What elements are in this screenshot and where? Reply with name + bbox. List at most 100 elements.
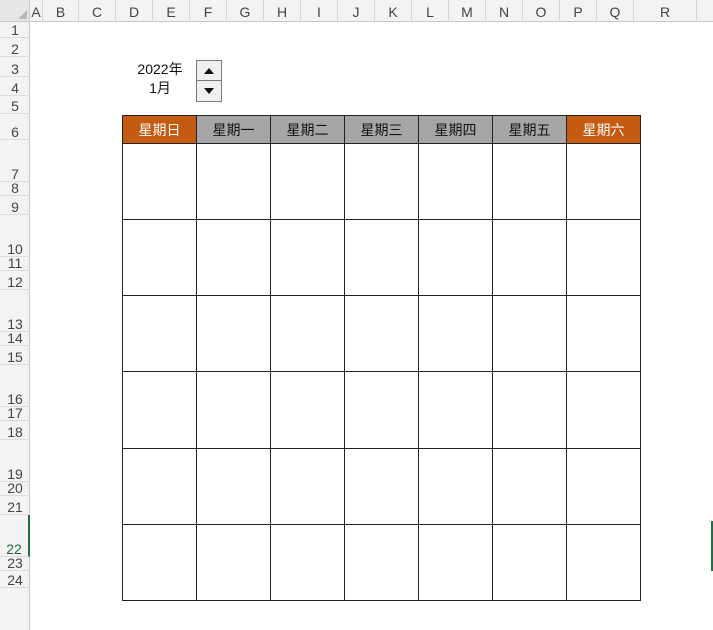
spin-up-button[interactable] xyxy=(197,61,221,81)
row-header-3[interactable]: 3 xyxy=(0,57,30,77)
column-header-a[interactable]: A xyxy=(30,0,43,22)
calendar-day-cell[interactable] xyxy=(492,523,567,601)
row-header-17[interactable]: 17 xyxy=(0,406,30,421)
calendar-day-cell[interactable] xyxy=(196,295,271,373)
spin-down-button[interactable] xyxy=(197,81,221,101)
select-all-corner[interactable] xyxy=(0,0,30,22)
calendar-day-cell[interactable] xyxy=(122,295,197,373)
calendar-day-cell[interactable] xyxy=(566,447,641,525)
column-header-m[interactable]: M xyxy=(449,0,486,22)
row-header-15[interactable]: 15 xyxy=(0,346,30,365)
calendar-day-cell[interactable] xyxy=(344,295,419,373)
calendar-day-cell[interactable] xyxy=(344,371,419,449)
calendar-day-cell[interactable] xyxy=(270,295,345,373)
calendar-day-cell[interactable] xyxy=(122,447,197,525)
row-header-1[interactable]: 1 xyxy=(0,22,30,38)
column-header-o[interactable]: O xyxy=(523,0,560,22)
column-header-k[interactable]: K xyxy=(375,0,412,22)
row-header-22[interactable]: 22 xyxy=(0,515,30,557)
calendar-day-cell[interactable] xyxy=(492,371,567,449)
weekday-header-3: 星期三 xyxy=(344,115,419,144)
calendar-day-cell[interactable] xyxy=(270,523,345,601)
row-header-19[interactable]: 19 xyxy=(0,440,30,482)
row-header-9[interactable]: 9 xyxy=(0,196,30,215)
calendar-day-cell[interactable] xyxy=(566,523,641,601)
calendar-day-cell[interactable] xyxy=(122,142,197,221)
column-header-b[interactable]: B xyxy=(43,0,79,22)
row-header-20[interactable]: 20 xyxy=(0,481,30,496)
calendar-day-cell[interactable] xyxy=(270,219,345,297)
column-header-f[interactable]: F xyxy=(190,0,227,22)
calendar-day-cell[interactable] xyxy=(418,219,493,297)
calendar-day-cell[interactable] xyxy=(492,447,567,525)
column-header-d[interactable]: D xyxy=(116,0,153,22)
calendar-day-cell[interactable] xyxy=(196,371,271,449)
column-header-l[interactable]: L xyxy=(412,0,449,22)
row-header-4[interactable]: 4 xyxy=(0,77,30,96)
calendar-day-cell[interactable] xyxy=(492,219,567,297)
calendar-week-row xyxy=(122,447,641,525)
row-header-2[interactable]: 2 xyxy=(0,38,30,57)
triangle-down-icon xyxy=(204,88,214,94)
calendar-day-cell[interactable] xyxy=(418,523,493,601)
calendar-day-cell[interactable] xyxy=(566,219,641,297)
calendar-day-cell[interactable] xyxy=(196,447,271,525)
row-header-13[interactable]: 13 xyxy=(0,290,30,332)
row-header-16[interactable]: 16 xyxy=(0,365,30,407)
calendar-grid: 星期日 星期一 星期二 星期三 星期四 星期五 星期六 xyxy=(122,115,641,601)
row-header-14[interactable]: 14 xyxy=(0,331,30,346)
calendar-day-cell[interactable] xyxy=(492,142,567,221)
calendar-day-cell[interactable] xyxy=(418,371,493,449)
row-header-10[interactable]: 10 xyxy=(0,215,30,257)
row-header-11[interactable]: 11 xyxy=(0,256,30,271)
row-header-8[interactable]: 8 xyxy=(0,181,30,196)
calendar-week-row xyxy=(122,142,641,221)
calendar-day-cell[interactable] xyxy=(566,142,641,221)
row-header-5[interactable]: 5 xyxy=(0,96,30,114)
row-header-12[interactable]: 12 xyxy=(0,271,30,290)
calendar-day-cell[interactable] xyxy=(122,219,197,297)
column-header-e[interactable]: E xyxy=(153,0,190,22)
calendar-week-row xyxy=(122,523,641,601)
row-header-23[interactable]: 23 xyxy=(0,556,30,571)
calendar-day-cell[interactable] xyxy=(122,523,197,601)
calendar-day-cell[interactable] xyxy=(196,142,271,221)
calendar-week-row xyxy=(122,371,641,449)
column-header-c[interactable]: C xyxy=(79,0,116,22)
column-header-n[interactable]: N xyxy=(486,0,523,22)
weekday-header-1: 星期一 xyxy=(196,115,271,144)
column-header-j[interactable]: J xyxy=(338,0,375,22)
row-header-24[interactable]: 24 xyxy=(0,571,30,588)
calendar-day-cell[interactable] xyxy=(418,447,493,525)
calendar-day-cell[interactable] xyxy=(344,142,419,221)
date-display: 2022年 1月 xyxy=(130,60,190,98)
month-spinner[interactable] xyxy=(196,60,222,102)
column-header-r[interactable]: R xyxy=(634,0,697,22)
calendar-day-cell[interactable] xyxy=(270,371,345,449)
calendar-day-cell[interactable] xyxy=(418,295,493,373)
row-header-21[interactable]: 21 xyxy=(0,496,30,515)
calendar-day-cell[interactable] xyxy=(418,142,493,221)
calendar-day-cell[interactable] xyxy=(344,523,419,601)
calendar-day-cell[interactable] xyxy=(270,447,345,525)
row-header-6[interactable]: 6 xyxy=(0,114,30,140)
column-header-q[interactable]: Q xyxy=(597,0,634,22)
calendar-day-cell[interactable] xyxy=(344,219,419,297)
calendar-day-cell[interactable] xyxy=(196,219,271,297)
row-header-7[interactable]: 7 xyxy=(0,140,30,182)
calendar-day-cell[interactable] xyxy=(566,295,641,373)
weekday-header-6: 星期六 xyxy=(566,115,641,144)
calendar-day-cell[interactable] xyxy=(270,142,345,221)
column-header-i[interactable]: I xyxy=(301,0,338,22)
calendar-day-cell[interactable] xyxy=(492,295,567,373)
calendar-day-cell[interactable] xyxy=(566,371,641,449)
calendar-day-cell[interactable] xyxy=(122,371,197,449)
row-header-18[interactable]: 18 xyxy=(0,421,30,440)
triangle-up-icon xyxy=(204,67,214,74)
column-header-h[interactable]: H xyxy=(264,0,301,22)
weekday-header-5: 星期五 xyxy=(492,115,567,144)
column-header-g[interactable]: G xyxy=(227,0,264,22)
calendar-day-cell[interactable] xyxy=(196,523,271,601)
calendar-day-cell[interactable] xyxy=(344,447,419,525)
column-header-p[interactable]: P xyxy=(560,0,597,22)
